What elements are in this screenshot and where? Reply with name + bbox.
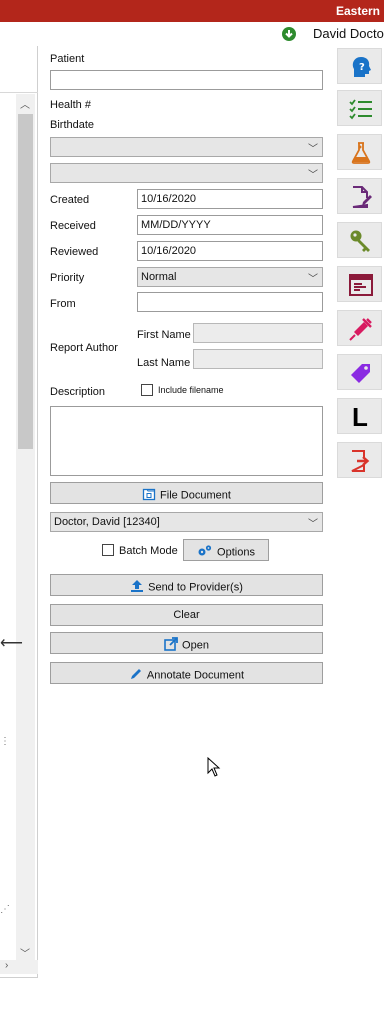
download-icon[interactable] [282,27,296,41]
priority-select[interactable]: Normal ﹀ [137,267,323,287]
tag-icon [351,364,370,383]
reviewed-label: Reviewed [50,246,99,258]
document-viewer[interactable]: ︿ ﹀ ⟵ ⋮ ⋰ › [0,46,38,978]
checklist-button[interactable] [337,90,382,126]
patient-label: Patient [50,53,85,65]
first-name-label: First Name [137,329,191,341]
pen-icon [129,667,143,684]
lab-button[interactable] [337,134,382,170]
form-icon [349,274,373,296]
provider-select[interactable]: Doctor, David [12340] ﹀ [50,512,323,532]
batch-mode-checkbox[interactable] [102,544,114,556]
chevron-down-icon: ﹀ [308,519,318,530]
injection-button[interactable] [337,310,382,346]
birthdate-label: Birthdate [50,119,95,131]
chevron-down-icon: ﹀ [308,274,318,285]
viewer-divider [0,92,38,93]
from-label: From [50,298,76,310]
last-name-label: Last Name [137,357,191,369]
l-button[interactable]: L [337,398,382,434]
include-filename-label: Include filename [158,385,224,395]
upload-icon [130,579,144,596]
first-name-field[interactable] [193,323,323,343]
received-date-input[interactable]: MM/DD/YYYY [137,215,323,235]
edit-document-button[interactable] [337,178,382,214]
gears-icon [197,544,213,561]
patient-input[interactable] [50,70,323,90]
user-bar: David Doctor [0,22,384,46]
vertical-scrollbar[interactable]: ︿ ﹀ [16,94,35,962]
arrow-mark: ⟵ [0,635,23,652]
description-textarea[interactable] [50,406,323,476]
received-label: Received [50,220,96,232]
checklist-icon [349,99,372,120]
open-button[interactable]: Open [50,632,323,654]
document-scribble: ⋰ [0,904,10,915]
key-icon [350,230,370,252]
chevron-down-icon: ﹀ [308,170,318,181]
key-button[interactable] [337,222,382,258]
created-label: Created [50,194,90,206]
tag-button[interactable] [337,354,382,390]
syringe-icon [349,318,372,341]
user-name[interactable]: David Doctor [313,26,384,41]
description-label: Description [50,386,106,398]
scroll-right-icon[interactable]: › [5,960,8,971]
annotate-document-button[interactable]: Annotate Document [50,662,323,684]
batch-mode-label: Batch Mode [119,545,178,557]
scroll-down-icon[interactable]: ﹀ [20,945,30,960]
mouse-cursor-icon [207,757,221,777]
clear-button[interactable]: Clear [50,604,323,626]
exit-icon [351,450,370,472]
include-filename-checkbox[interactable] [141,384,153,396]
last-name-field[interactable] [193,349,323,369]
chevron-down-icon: ﹀ [308,144,318,155]
file-icon [142,487,156,504]
birthdate-select-2[interactable]: ﹀ [50,163,323,183]
birthdate-select-1[interactable]: ﹀ [50,137,323,157]
app-title: Eastern [335,4,380,18]
reviewed-date-input[interactable]: 10/16/2020 [137,241,323,261]
exit-button[interactable] [337,442,382,478]
svg-text:?: ? [359,62,365,73]
flask-icon [351,142,371,164]
priority-label: Priority [50,272,85,284]
horizontal-scrollbar[interactable]: › [0,960,38,974]
file-document-button[interactable]: File Document [50,482,323,504]
scroll-up-icon[interactable]: ︿ [20,96,30,111]
from-input[interactable] [137,292,323,312]
external-link-icon [164,637,178,654]
document-scribble: ⋮ [0,736,10,747]
health-number-label: Health # [50,99,91,111]
help-button[interactable]: ? [337,48,382,84]
title-bar: Eastern [0,0,384,22]
report-author-label: Report Author [50,342,118,354]
options-button[interactable]: Options [183,539,269,561]
edit-document-icon [352,186,372,208]
created-date-input[interactable]: 10/16/2020 [137,189,323,209]
form-button[interactable] [337,266,382,302]
send-to-providers-button[interactable]: Send to Provider(s) [50,574,323,596]
scroll-thumb[interactable] [18,114,33,449]
l-icon: L [352,402,368,432]
help-icon: ? [352,57,371,77]
